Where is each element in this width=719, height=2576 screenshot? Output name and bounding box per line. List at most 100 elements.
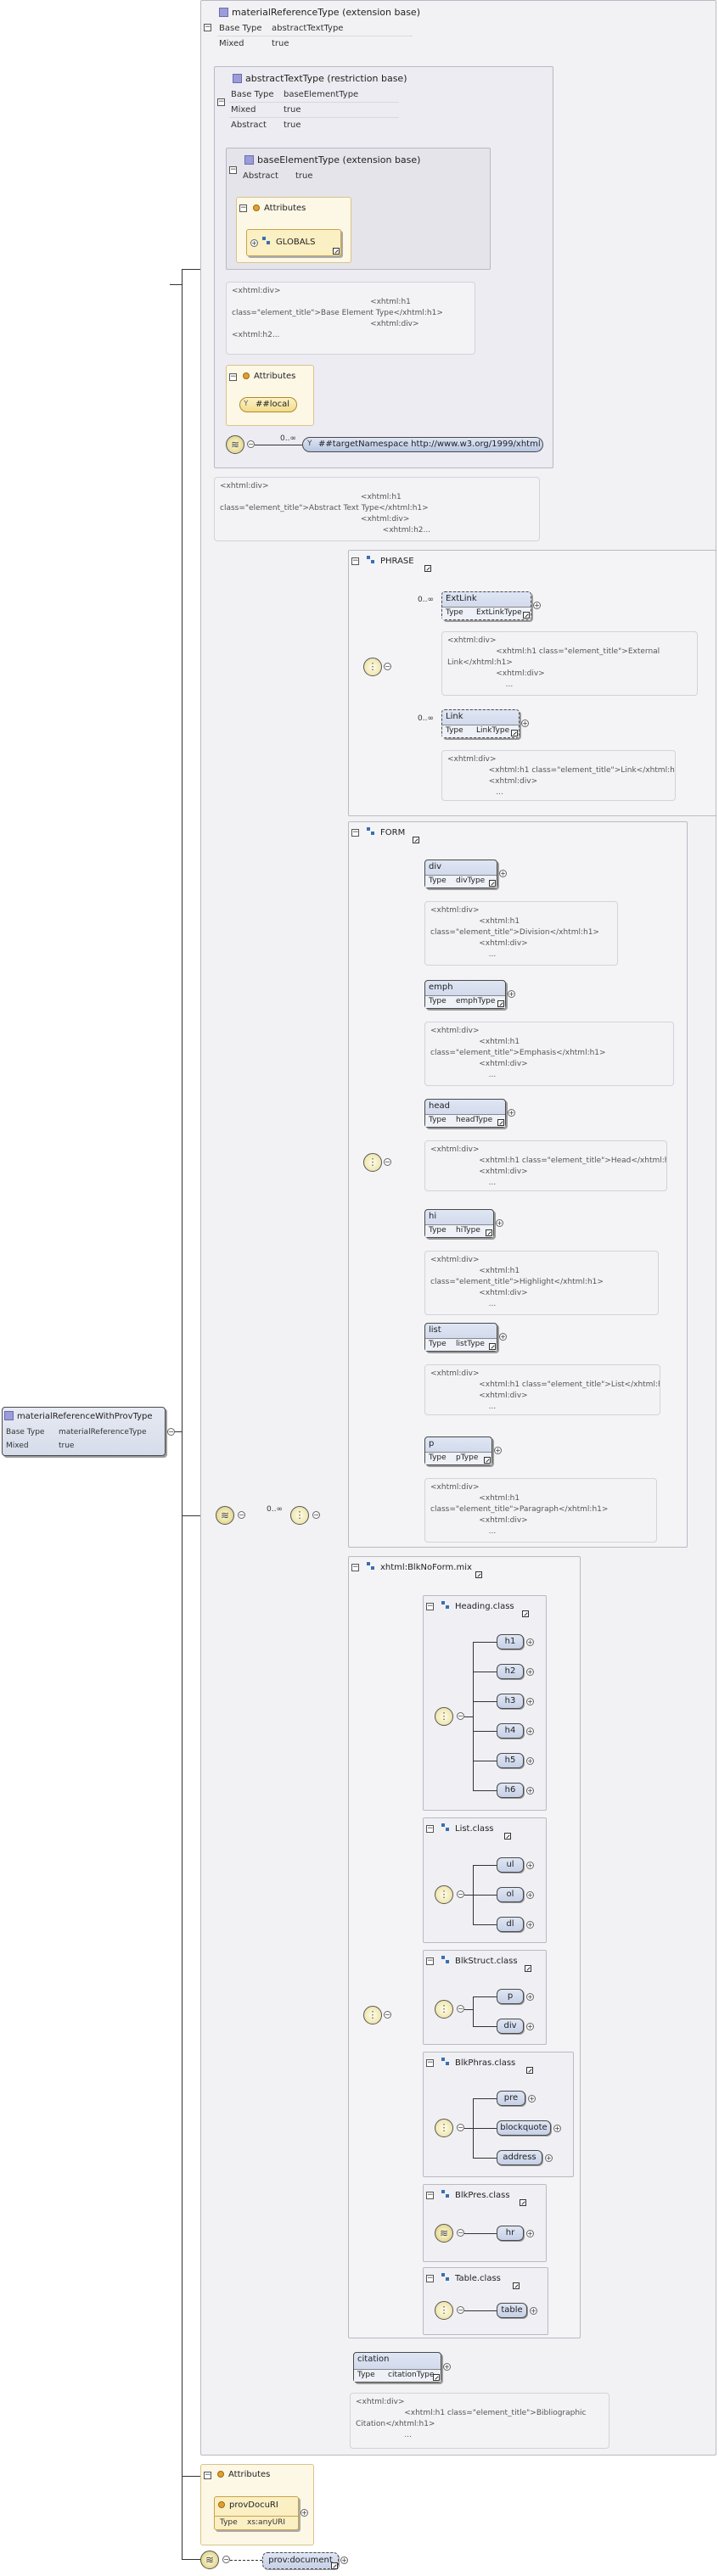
link-icon[interactable] <box>475 1571 482 1578</box>
sequence-compositor-icon[interactable]: ≋ <box>216 1506 234 1525</box>
expand-icon[interactable]: + <box>443 2363 451 2371</box>
expand-icon[interactable]: + <box>526 1757 534 1765</box>
element-pre[interactable]: pre <box>497 2091 525 2106</box>
expand-icon[interactable]: + <box>499 1333 507 1341</box>
expand-icon[interactable]: + <box>508 990 515 998</box>
collapse-icon[interactable]: − <box>384 1158 391 1166</box>
collapse-icon[interactable]: − <box>426 2275 434 2282</box>
expand-icon[interactable]: + <box>528 2095 536 2103</box>
collapse-icon[interactable]: − <box>384 2011 391 2019</box>
element-p-struct[interactable]: p <box>497 1989 524 2004</box>
expand-icon[interactable]: + <box>526 1891 534 1899</box>
expand-icon[interactable]: + <box>526 2023 534 2030</box>
element-div[interactable]: div Type divType <box>424 860 497 888</box>
collapse-icon[interactable]: − <box>247 440 255 448</box>
collapse-icon[interactable]: − <box>426 2059 434 2067</box>
link-icon[interactable] <box>511 730 518 736</box>
link-icon[interactable] <box>525 1965 531 1972</box>
element-link[interactable]: Link Type LinkType <box>441 709 520 738</box>
collapse-icon[interactable]: − <box>457 2124 464 2131</box>
element-table[interactable]: table <box>497 2303 527 2318</box>
collapse-icon[interactable]: − <box>457 2005 464 2013</box>
expand-icon[interactable]: + <box>508 1109 515 1117</box>
link-icon[interactable] <box>522 1610 529 1617</box>
collapse-icon[interactable]: − <box>229 373 237 381</box>
collapse-icon[interactable]: − <box>222 2556 230 2563</box>
expand-icon[interactable]: + <box>545 2154 553 2162</box>
collapse-icon[interactable]: − <box>204 24 211 31</box>
root-element[interactable]: materialReferenceWithProvType Base Type m… <box>2 1407 166 1456</box>
choice-compositor-icon[interactable]: ⋮ <box>435 2000 453 2019</box>
expand-icon[interactable]: + <box>526 1728 534 1735</box>
expand-icon[interactable]: + <box>530 2307 537 2315</box>
collapse-icon[interactable]: − <box>229 166 237 174</box>
link-icon[interactable] <box>497 1119 504 1126</box>
element-h2[interactable]: h2 <box>497 1664 524 1679</box>
link-icon[interactable] <box>484 1457 491 1464</box>
link-icon[interactable] <box>497 1000 504 1007</box>
link-icon[interactable] <box>486 1229 492 1236</box>
collapse-icon[interactable]: − <box>426 2192 434 2199</box>
link-icon[interactable] <box>523 612 530 619</box>
collapse-icon[interactable]: − <box>351 1564 359 1571</box>
expand-icon[interactable]: + <box>496 1219 503 1227</box>
expand-icon[interactable]: + <box>526 2230 534 2237</box>
choice-compositor-icon[interactable]: ⋮ <box>363 1153 382 1172</box>
link-icon[interactable] <box>489 1343 496 1350</box>
element-citation[interactable]: citation Type citationType <box>353 2352 441 2383</box>
element-emph[interactable]: emph Type emphType <box>424 980 506 1009</box>
collapse-icon[interactable]: − <box>384 663 391 670</box>
choice-compositor-icon[interactable]: ⋮ <box>435 1707 453 1726</box>
link-icon[interactable] <box>520 2199 526 2206</box>
collapse-icon[interactable]: − <box>351 829 359 837</box>
element-h3[interactable]: h3 <box>497 1694 524 1709</box>
element-head[interactable]: head Type headType <box>424 1099 506 1128</box>
link-icon[interactable] <box>433 2374 440 2381</box>
element-extlink[interactable]: ExtLink Type ExtLinkType <box>441 591 531 620</box>
expand-icon[interactable]: + <box>340 2556 348 2564</box>
any-element-wildcard[interactable]: ##targetNamespace http://www.w3.org/1999… <box>302 437 543 452</box>
choice-compositor-icon[interactable]: ⋮ <box>363 2006 382 2024</box>
collapse-icon[interactable]: − <box>204 2472 211 2479</box>
choice-compositor-icon[interactable]: ⋮ <box>363 658 382 676</box>
attribute-provdocuri[interactable]: provDocuRI Type xs:anyURI <box>214 2496 300 2530</box>
expand-icon[interactable]: + <box>494 1447 502 1454</box>
link-icon[interactable] <box>333 248 340 255</box>
element-address[interactable]: address <box>497 2150 542 2165</box>
collapse-icon[interactable]: − <box>457 2229 464 2237</box>
expand-icon[interactable]: + <box>499 870 507 877</box>
element-p[interactable]: p Type pType <box>424 1436 492 1465</box>
expand-icon[interactable]: + <box>526 1993 534 2001</box>
element-prov-document[interactable]: prov:document <box>262 2552 339 2569</box>
link-icon[interactable] <box>413 837 419 843</box>
collapse-icon[interactable]: − <box>238 1511 245 1519</box>
choice-compositor-icon[interactable]: ⋮ <box>435 1885 453 1904</box>
expand-icon[interactable]: + <box>526 1787 534 1795</box>
expand-icon[interactable]: + <box>526 1921 534 1929</box>
element-ol[interactable]: ol <box>497 1887 524 1902</box>
expand-icon[interactable]: + <box>533 602 541 609</box>
element-hr[interactable]: hr <box>497 2226 524 2241</box>
sequence-compositor-icon[interactable]: ≋ <box>435 2224 453 2243</box>
link-icon[interactable] <box>526 2067 533 2074</box>
expand-icon[interactable]: + <box>250 239 258 247</box>
expand-icon[interactable]: + <box>526 1638 534 1646</box>
expand-icon[interactable]: + <box>553 2125 561 2132</box>
element-blockquote[interactable]: blockquote <box>497 2120 551 2136</box>
element-dl[interactable]: dl <box>497 1917 524 1932</box>
element-ul[interactable]: ul <box>497 1857 524 1873</box>
link-icon[interactable] <box>489 880 496 887</box>
sequence-compositor-icon[interactable]: ≋ <box>226 435 244 454</box>
element-h5[interactable]: h5 <box>497 1753 524 1768</box>
expand-icon[interactable]: + <box>526 1698 534 1705</box>
link-icon[interactable] <box>331 2562 338 2569</box>
choice-compositor-icon[interactable]: ⋮ <box>290 1506 309 1525</box>
collapse-icon[interactable]: − <box>426 1825 434 1833</box>
element-div-struct[interactable]: div <box>497 2019 524 2034</box>
expand-icon[interactable]: + <box>521 720 529 727</box>
element-h6[interactable]: h6 <box>497 1783 524 1798</box>
collapse-icon[interactable]: − <box>239 204 247 212</box>
collapse-icon[interactable]: − <box>426 1957 434 1965</box>
collapse-icon[interactable]: − <box>312 1511 320 1519</box>
collapse-icon[interactable]: − <box>426 1603 434 1610</box>
